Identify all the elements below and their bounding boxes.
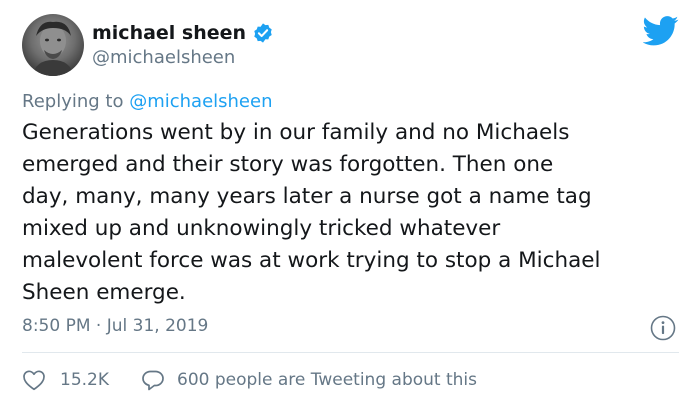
engagement-bar: 15.2K 600 people are Tweeting about this xyxy=(22,366,477,394)
verified-badge-icon xyxy=(254,23,272,43)
author-handle[interactable]: @michaelsheen xyxy=(92,47,235,68)
tweet-text: Generations went by in our family and no… xyxy=(22,120,601,305)
author-display-name[interactable]: michael sheen xyxy=(92,22,246,44)
tweeting-about-link[interactable]: 600 people are Tweeting about this xyxy=(177,370,477,390)
replying-to: Replying to @michaelsheen xyxy=(22,91,273,112)
avatar[interactable] xyxy=(22,14,84,76)
replying-prefix: Replying to xyxy=(22,91,130,112)
info-icon[interactable] xyxy=(650,315,676,341)
replying-mention-link[interactable]: @michaelsheen xyxy=(129,91,272,112)
divider xyxy=(22,352,679,353)
author-name-row: michael sheen xyxy=(92,20,274,46)
heart-icon[interactable] xyxy=(22,369,46,391)
tweet-timestamp[interactable]: 8:50 PM · Jul 31, 2019 xyxy=(22,316,208,336)
twitter-bird-icon[interactable] xyxy=(643,16,679,46)
avatar-face-icon xyxy=(32,21,74,76)
speech-bubble-icon[interactable] xyxy=(141,369,165,391)
tweet-card: michael sheen @michaelsheen Replying to … xyxy=(0,0,700,406)
like-count[interactable]: 15.2K xyxy=(60,370,109,390)
